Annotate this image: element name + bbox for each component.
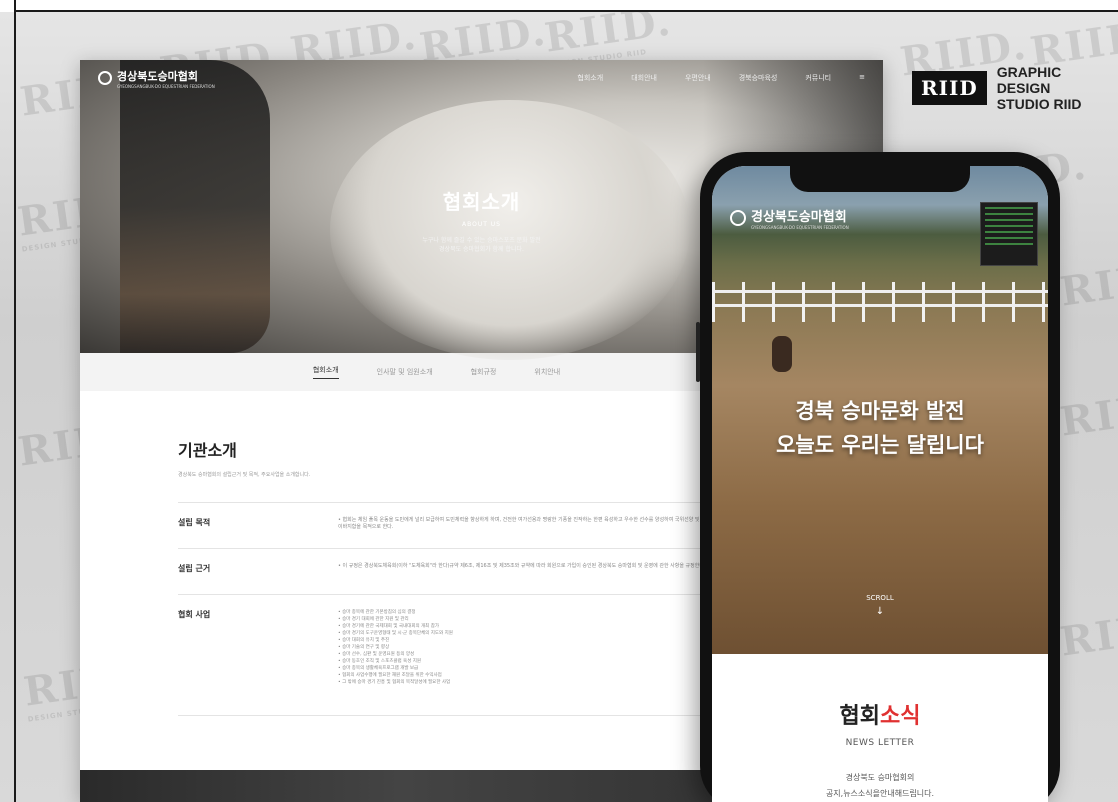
news-subtitle: NEWS LETTER xyxy=(845,738,915,748)
list-item: • 승마 경기의 도구운영형태 및 시·군 종목단체의 지도와 지원 xyxy=(338,631,453,636)
list-item: • 승마 대회의 유치 및 추진 xyxy=(338,638,390,643)
news-title-black: 협회 xyxy=(839,704,880,729)
row-label: 설립 목적 xyxy=(178,518,211,527)
nav-item-mail[interactable]: 우편안내 xyxy=(685,73,711,83)
news-desc-line-1: 경상북도 승마협회의 xyxy=(845,773,915,782)
list-item: • 승마 동호인 조직 및 스포츠클럽 육성 지원 xyxy=(338,659,422,664)
list-item: • 승마 경기에 관한 국제대회 및 국내대회의 개최 참가 xyxy=(338,624,440,629)
brand-line-2: STUDIO RIID xyxy=(996,96,1082,112)
top-nav: 경상북도승마협회 GYEONGSANGBUK-DO EQUESTRIAN FED… xyxy=(80,60,883,96)
row-text: • 협회는 체임 풀목 운동을 도민에게 널리 보급하여 도민체력을 향상하게 … xyxy=(338,517,735,530)
brand-line-1: GRAPHIC DESIGN xyxy=(996,64,1062,96)
mobile-logo-sub: GYEONGSANGBUK-DO EQUESTRIAN FEDERATION xyxy=(751,225,849,230)
list-item: • 승마 선수, 심판 및 운영요원 등의 양성 xyxy=(338,652,415,657)
tab-greetings[interactable]: 인사말 및 임원소개 xyxy=(377,367,433,377)
business-list: • 승마 종목에 관한 기본방침의 심의 결정 • 승마 경기 대회에 관한 지… xyxy=(338,609,738,715)
headline-line-2: 오늘도 우리는 달립니다 xyxy=(776,433,984,457)
federation-emblem-icon xyxy=(98,71,112,85)
tab-location[interactable]: 위치안내 xyxy=(534,367,560,377)
headline-line-1: 경북 승마문화 발전 xyxy=(795,399,965,423)
phone-screen: 경상북도승마협회 GYEONGSANGBUK-DO EQUESTRIAN FED… xyxy=(712,166,1048,802)
phone-side-button xyxy=(696,322,700,382)
frame-line-left xyxy=(14,0,16,802)
list-item: • 승마 경기 대회에 관한 지원 및 관리 xyxy=(338,617,409,622)
rider-figure xyxy=(772,336,792,372)
brand-text: GRAPHIC DESIGN STUDIO RIID xyxy=(997,64,1118,112)
nav-item-community[interactable]: 커뮤니티 xyxy=(805,73,831,83)
arena-photo: 경상북도승마협회 GYEONGSANGBUK-DO EQUESTRIAN FED… xyxy=(712,166,1048,654)
nav-menu: 협회소개 대회안내 우편안내 경북승마육성 커뮤니티 ≡ xyxy=(577,73,865,83)
nav-item-about[interactable]: 협회소개 xyxy=(577,73,603,83)
site-logo-sub: GYEONGSANGBUK-DO EQUESTRIAN FEDERATION xyxy=(117,83,215,89)
frame-line-top xyxy=(14,10,1118,12)
row-label: 설립 근거 xyxy=(178,564,211,573)
arena-fence xyxy=(712,282,1048,322)
mobile-headline: 경북 승마문화 발전 오늘도 우리는 달립니다 xyxy=(712,394,1048,462)
row-label: 협회 사업 xyxy=(178,610,211,619)
scoreboard xyxy=(980,202,1038,266)
nav-item-competitions[interactable]: 대회안내 xyxy=(631,73,657,83)
studio-brand: RIID GRAPHIC DESIGN STUDIO RIID xyxy=(912,64,1118,112)
nav-item-development[interactable]: 경북승마육성 xyxy=(739,73,778,83)
list-item: • 승마 종목의 생활체육프로그램 개발 보급 xyxy=(338,666,419,671)
mobile-logo-text: 경상북도승마협회 xyxy=(751,210,847,225)
arrow-down-icon: ↓ xyxy=(875,606,885,617)
phone-mockup: 경상북도승마협회 GYEONGSANGBUK-DO EQUESTRIAN FED… xyxy=(696,152,1060,802)
phone-notch xyxy=(790,166,970,192)
hamburger-menu-icon[interactable]: ≡ xyxy=(859,73,865,83)
mobile-site-logo[interactable]: 경상북도승마협회 GYEONGSANGBUK-DO EQUESTRIAN FED… xyxy=(730,206,849,230)
list-item: • 그 밖에 승마 경기 진흥 및 협회의 목적달성에 필요한 사업 xyxy=(338,680,451,685)
news-title-red: 소식 xyxy=(880,704,921,729)
news-desc-line-2: 공지,뉴스소식을안내해드립니다. xyxy=(825,789,935,798)
list-item: • 협회의 사업수행에 필요한 재원 조달을 위한 수익사업 xyxy=(338,673,442,678)
riid-logo: RIID xyxy=(912,71,987,105)
site-logo[interactable]: 경상북도승마협회 GYEONGSANGBUK-DO EQUESTRIAN FED… xyxy=(98,68,215,89)
row-text: • 이 규정은 경상북도체육회(이하 "도체육회"라 한다)규약 제6조, 제1… xyxy=(338,563,706,569)
scroll-indicator[interactable]: SCROLL ↓ xyxy=(712,594,1048,617)
news-description: 경상북도 승마협회의 공지,뉴스소식을안내해드립니다. xyxy=(712,770,1048,802)
federation-emblem-icon xyxy=(730,210,746,226)
list-item: • 승마 종목에 관한 기본방침의 심의 결정 xyxy=(338,610,416,615)
tab-regulations[interactable]: 협회규정 xyxy=(471,367,497,377)
news-title: 협회소식 xyxy=(712,698,1048,730)
tab-about[interactable]: 협회소개 xyxy=(312,365,339,379)
list-item: • 승마 기술의 연구 및 향상 xyxy=(338,645,390,650)
scroll-label: SCROLL xyxy=(866,594,894,602)
site-logo-text: 경상북도승마협회 xyxy=(117,69,198,83)
news-section: 협회소식 NEWS LETTER 경상북도 승마협회의 공지,뉴스소식을안내해드… xyxy=(712,654,1048,802)
